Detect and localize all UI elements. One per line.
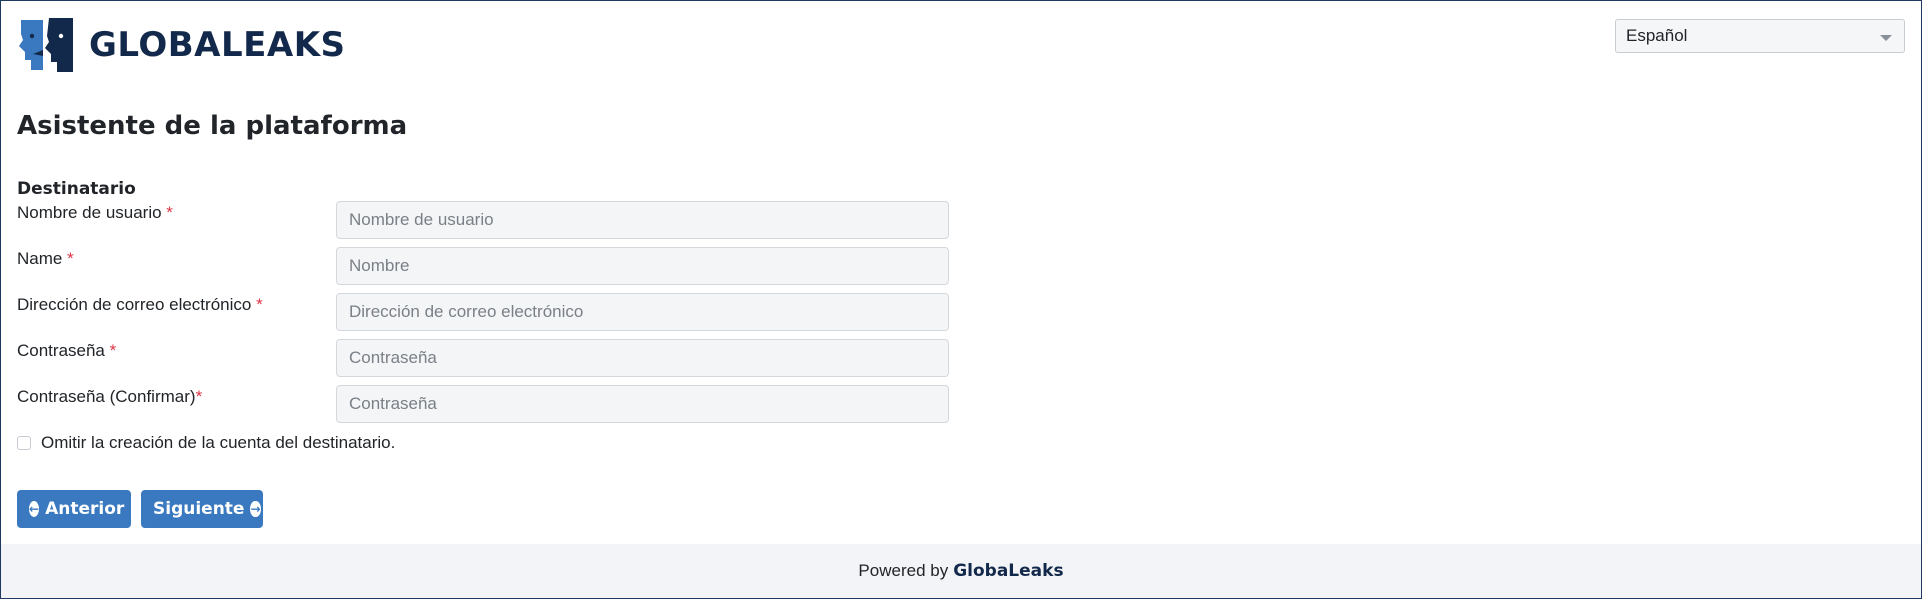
app-window: GLOBALEAKS Español Asistente de la plata…	[0, 0, 1922, 599]
skip-recipient-checkbox[interactable]	[17, 436, 31, 450]
password-confirm-input[interactable]	[336, 385, 949, 423]
arrow-circle-left-icon: ←	[29, 501, 40, 517]
language-selected-value: Español	[1626, 26, 1688, 45]
field-label: Nombre de usuario *	[17, 203, 173, 222]
form-row-name: Name *	[17, 247, 952, 285]
logo-text: GLOBALEAKS	[89, 25, 346, 65]
logo-heads-icon	[19, 18, 73, 72]
arrow-circle-right-icon: →	[250, 501, 261, 517]
section-title: Destinatario	[17, 179, 136, 199]
form-row-email: Dirección de correo electrónico *	[17, 293, 952, 331]
email-input[interactable]	[336, 293, 949, 331]
next-button-label: Siguiente	[153, 499, 245, 519]
required-marker: *	[104, 341, 117, 360]
footer: Powered by GlobaLeaks	[1, 544, 1921, 598]
form-row-username: Nombre de usuario *	[17, 201, 952, 239]
username-input[interactable]	[336, 201, 949, 239]
required-marker: *	[161, 203, 173, 222]
previous-button[interactable]: ← Anterior	[17, 490, 131, 528]
field-label: Name *	[17, 249, 74, 268]
password-input[interactable]	[336, 339, 949, 377]
required-marker: *	[251, 295, 263, 314]
required-marker: *	[62, 249, 74, 268]
chevron-down-icon	[1880, 35, 1892, 41]
field-label: Contraseña (Confirmar)*	[17, 387, 203, 406]
field-label: Contraseña *	[17, 341, 117, 360]
footer-brand-link[interactable]: GlobaLeaks	[953, 561, 1063, 581]
required-marker: *	[195, 387, 203, 406]
logo[interactable]: GLOBALEAKS	[17, 16, 346, 74]
header: GLOBALEAKS Español	[1, 1, 1921, 101]
language-select[interactable]: Español	[1615, 19, 1905, 53]
next-button[interactable]: Siguiente →	[141, 490, 263, 528]
skip-recipient-label[interactable]: Omitir la creación de la cuenta del dest…	[41, 433, 395, 453]
name-input[interactable]	[336, 247, 949, 285]
form-row-password-confirm: Contraseña (Confirmar)*	[17, 385, 952, 423]
form-row-password: Contraseña *	[17, 339, 952, 377]
previous-button-label: Anterior	[45, 499, 125, 519]
field-label: Dirección de correo electrónico *	[17, 295, 263, 314]
footer-prefix: Powered by	[858, 561, 949, 580]
skip-recipient-option: Omitir la creación de la cuenta del dest…	[17, 433, 395, 453]
page-title: Asistente de la plataforma	[17, 111, 408, 141]
